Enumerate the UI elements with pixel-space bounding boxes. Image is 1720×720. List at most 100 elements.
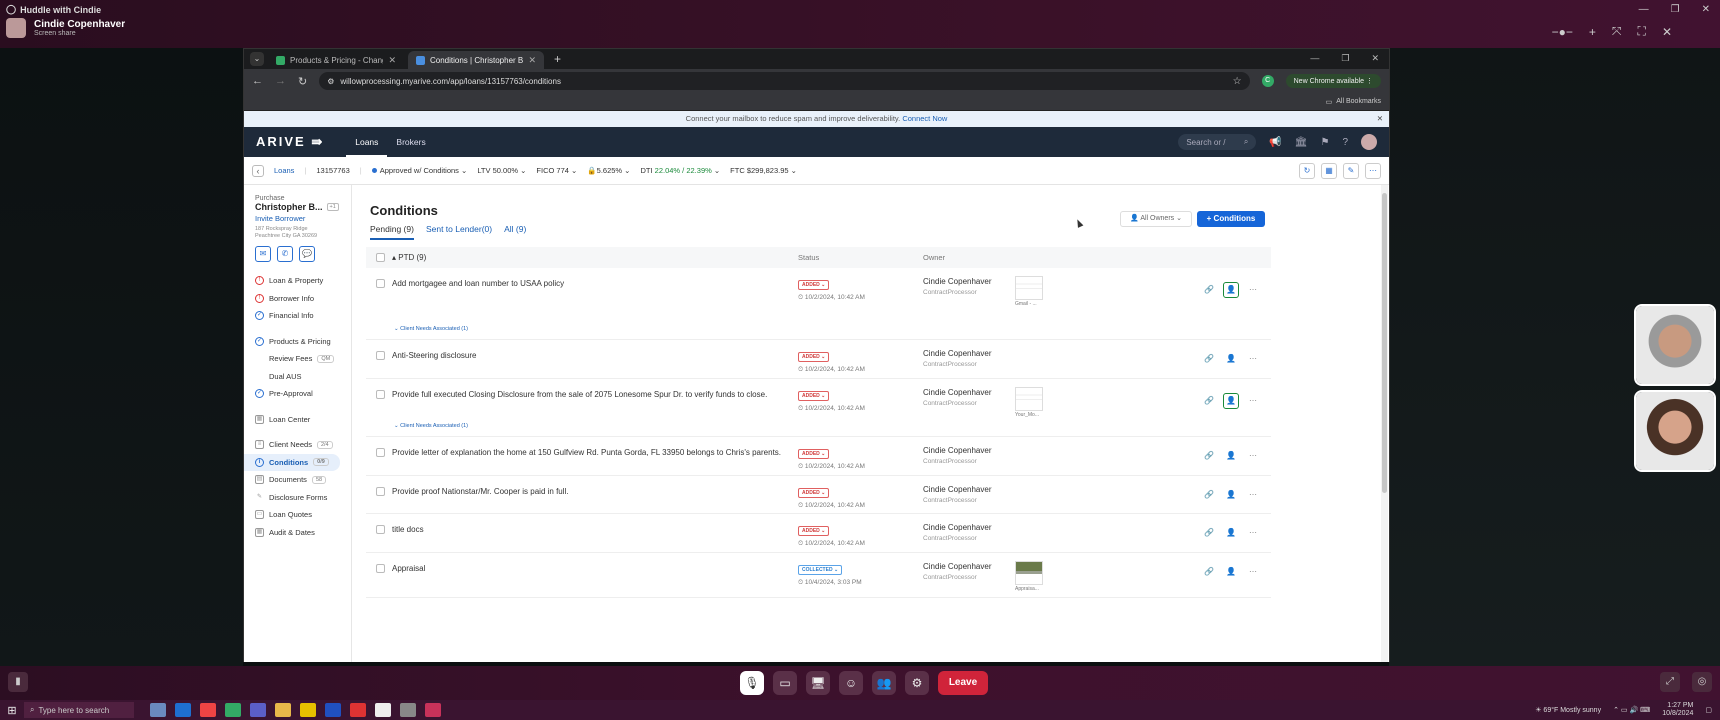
assign-user-icon[interactable]: 👤 <box>1223 393 1239 409</box>
row-checkbox[interactable] <box>376 279 385 288</box>
video-icon[interactable]: ▭ <box>773 671 797 695</box>
select-all-checkbox[interactable] <box>376 253 385 262</box>
owners-filter-dropdown[interactable]: 👤 All Owners ⌄ <box>1120 211 1192 227</box>
back-icon[interactable]: ‹ <box>252 164 264 177</box>
weather-widget[interactable]: ☀ 69°F Mostly sunny <box>1535 706 1601 714</box>
browser-tab-active[interactable]: Conditions | Christopher Burke ✕ <box>408 51 544 69</box>
reload-icon[interactable]: ↻ <box>298 75 307 88</box>
loans-breadcrumb[interactable]: Loans <box>274 166 294 175</box>
back-icon[interactable]: ← <box>252 75 263 87</box>
status-badge[interactable]: ADDED ⌄ <box>798 526 830 536</box>
rate-dropdown[interactable]: 🔒5.625% ⌄ <box>587 166 630 175</box>
more-icon[interactable]: ⋯ <box>1245 393 1261 409</box>
sidebar-item-audit-dates[interactable]: ▦ Audit & Dates <box>244 524 340 542</box>
pop-out-icon[interactable]: ⤧ <box>1612 24 1622 39</box>
fullscreen-icon[interactable]: ⛶ <box>1638 24 1646 39</box>
table-row[interactable]: Provide proof Nationstar/Mr. Cooper is p… <box>366 476 1271 514</box>
assign-user-icon[interactable]: 👤 <box>1223 351 1239 367</box>
system-clock[interactable]: 1:27 PM 10/8/2024 <box>1662 702 1693 718</box>
update-chrome-button[interactable]: New Chrome available ⋮ <box>1285 74 1381 88</box>
table-row[interactable]: Appraisal COLLECTED ⌄ ⏲ 10/4/2024, 3:03 PM… <box>366 553 1271 598</box>
sidebar-item-financial-info[interactable]: ✓ Financial Info <box>244 307 340 325</box>
sidebar-item-loan-quotes[interactable]: ▭ Loan Quotes <box>244 506 340 524</box>
document-thumbnail[interactable]: Appraisa... <box>1015 561 1043 592</box>
more-icon[interactable]: ⋯ <box>1245 351 1261 367</box>
table-row[interactable]: Provide letter of explanation the home a… <box>366 437 1271 476</box>
notes-icon[interactable]: ✎ <box>1343 162 1359 179</box>
status-badge[interactable]: ADDED ⌄ <box>798 391 830 401</box>
task-view-icon[interactable] <box>150 703 166 717</box>
fico-dropdown[interactable]: FICO 774 ⌄ <box>536 166 577 175</box>
sidebar-item-loan-property[interactable]: ! Loan & Property <box>244 272 340 290</box>
attach-icon[interactable]: 🔗 <box>1201 564 1217 580</box>
status-badge[interactable]: ADDED ⌄ <box>798 280 830 290</box>
table-row[interactable]: Provide full executed Closing Disclosure… <box>366 379 1271 437</box>
sidebar-item-products-pricing[interactable]: ✓ Products & Pricing <box>244 333 340 351</box>
row-checkbox[interactable] <box>376 351 385 360</box>
arive-logo[interactable]: ARIVE ⇛ <box>256 134 324 150</box>
row-checkbox[interactable] <box>376 390 385 399</box>
close-tab-icon[interactable]: ✕ <box>528 55 536 66</box>
notification-center-icon[interactable]: ▢ <box>1705 706 1712 714</box>
borrower-name[interactable]: Christopher B... +1 <box>255 202 351 212</box>
add-people-icon[interactable]: 👥 <box>872 671 896 695</box>
close-icon[interactable]: ✕ <box>1702 4 1710 15</box>
status-badge[interactable]: COLLECTED ⌄ <box>798 565 843 575</box>
close-banner-icon[interactable]: ✕ <box>1377 111 1383 127</box>
table-row[interactable]: Add mortgagee and loan number to USAA po… <box>366 268 1271 340</box>
megaphone-icon[interactable]: 📢 <box>1269 137 1281 148</box>
bank-icon[interactable]: 🏛 <box>1295 137 1308 148</box>
help-icon[interactable]: ? <box>1342 137 1348 148</box>
file-explorer-icon[interactable] <box>275 703 291 717</box>
tab-all[interactable]: All (9) <box>504 224 526 240</box>
chrome-profile-icon[interactable] <box>225 703 241 717</box>
refresh-icon[interactable]: ↻ <box>1299 162 1315 179</box>
popout-icon[interactable]: ⤢ <box>1660 672 1680 692</box>
condition-title[interactable]: Provide full executed Closing Disclosure… <box>392 389 792 400</box>
calendar-icon[interactable]: ▦ <box>1321 162 1337 179</box>
close-share-icon[interactable]: ✕ <box>1662 25 1672 39</box>
teams-icon[interactable] <box>250 703 266 717</box>
sidebar-item-client-needs[interactable]: ≡ Client Needs 2/4 <box>244 436 340 454</box>
outlook-icon[interactable] <box>175 703 191 717</box>
screen-share-icon[interactable]: 🖥 <box>806 671 830 695</box>
close-tab-icon[interactable]: ✕ <box>388 55 396 66</box>
participant-video[interactable] <box>1634 304 1716 386</box>
status-badge[interactable]: ADDED ⌄ <box>798 488 830 498</box>
row-checkbox[interactable] <box>376 487 385 496</box>
thread-icon[interactable]: ◎ <box>1692 672 1712 692</box>
ltv-dropdown[interactable]: LTV 50.00% ⌄ <box>477 166 526 175</box>
more-icon[interactable]: ⋯ <box>1365 162 1381 179</box>
table-row[interactable]: title docs ADDED ⌄ ⏲ 10/2/2024, 10:42 AM Ci… <box>366 514 1271 553</box>
address-bar[interactable]: ⚙ willowprocessing.myarive.com/app/loans… <box>319 72 1250 90</box>
microphone-icon[interactable]: 🎙 <box>740 671 764 695</box>
sidebar-item-pre-approval[interactable]: ✓ Pre-Approval <box>244 385 340 403</box>
new-tab-icon[interactable]: + <box>548 52 567 66</box>
assign-user-icon[interactable]: 👤 <box>1223 525 1239 541</box>
nav-loans[interactable]: Loans <box>346 127 388 157</box>
assign-user-icon[interactable]: 👤 <box>1223 564 1239 580</box>
sidebar-item-conditions[interactable]: i Conditions 0/9 <box>244 453 340 471</box>
zoom-in-icon[interactable]: + <box>1589 25 1596 39</box>
client-needs-link[interactable]: ⌄ Client Needs Associated (1) <box>394 326 468 332</box>
sidebar-item-borrower-info[interactable]: ! Borrower Info <box>244 290 340 308</box>
page-scrollbar[interactable] <box>1381 185 1388 662</box>
more-icon[interactable]: ⋯ <box>1245 448 1261 464</box>
leave-button[interactable]: Leave <box>938 671 988 695</box>
close-icon[interactable]: ✕ <box>1371 53 1379 64</box>
invite-borrower-link[interactable]: Invite Borrower <box>255 214 351 223</box>
participant-video[interactable] <box>1634 390 1716 472</box>
group-toggle[interactable]: ▴ PTD (9) <box>392 253 426 262</box>
forward-icon[interactable]: → <box>275 75 286 87</box>
chrome-alt-icon[interactable] <box>350 703 366 717</box>
attach-icon[interactable]: 🔗 <box>1201 525 1217 541</box>
maximize-icon[interactable]: ❐ <box>1671 4 1680 15</box>
sidebar-item-review-fees[interactable]: Review Fees QM <box>244 350 340 368</box>
condition-title[interactable]: Anti-Steering disclosure <box>392 350 792 361</box>
phone-icon[interactable]: ✆ <box>277 246 293 262</box>
chat-icon[interactable]: 💬 <box>299 246 315 262</box>
more-icon[interactable]: ⋯ <box>1245 487 1261 503</box>
tab-search-icon[interactable]: ⌄ <box>250 52 264 66</box>
all-bookmarks-button[interactable]: All Bookmarks <box>1336 98 1381 105</box>
taskbar-search-input[interactable]: ⌕ Type here to search <box>24 702 134 718</box>
